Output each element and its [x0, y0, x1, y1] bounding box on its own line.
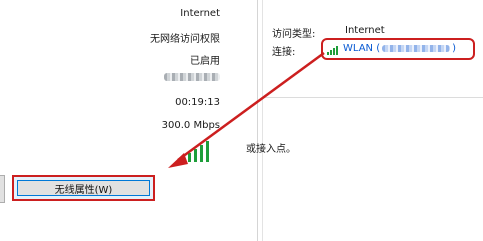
details-button-edge[interactable] — [0, 175, 5, 203]
ipv4-connectivity-value: Internet — [180, 8, 220, 19]
speed-value: 300.0 Mbps — [161, 120, 220, 131]
signal-quality-icon — [182, 138, 216, 162]
connection-label: 连接: — [272, 47, 296, 58]
wifi-signal-icon — [327, 45, 341, 55]
wireless-properties-highlight: 无线属性(W) — [12, 175, 155, 201]
media-state-value: 已启用 — [190, 56, 220, 67]
wlan-link-close: ) — [452, 43, 456, 54]
section-divider — [263, 97, 483, 98]
ssid-redacted — [382, 44, 451, 52]
partial-description-text: 或接入点。 — [246, 144, 296, 155]
ipv6-connectivity-value: 无网络访问权限 — [150, 34, 220, 45]
access-type-value: Internet — [345, 25, 385, 36]
ssid-value-redacted — [164, 73, 220, 84]
wlan-connection-link[interactable]: WLAN () — [343, 43, 456, 54]
wireless-properties-button[interactable]: 无线属性(W) — [17, 180, 150, 196]
access-type-label: 访问类型: — [272, 29, 316, 40]
wlan-link-text: WLAN ( — [343, 43, 381, 54]
wlan-status-dialog: Internet 无网络访问权限 已启用 00:19:13 300.0 Mbps… — [0, 0, 257, 241]
duration-value: 00:19:13 — [175, 97, 220, 108]
window-divider — [257, 0, 258, 241]
